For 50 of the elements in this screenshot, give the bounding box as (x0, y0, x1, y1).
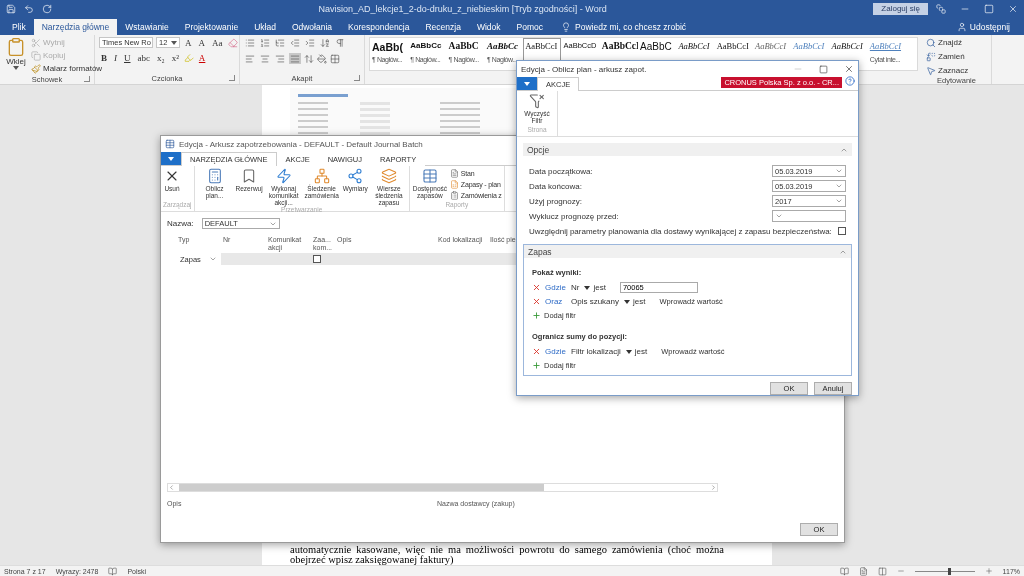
ribbon-tab[interactable]: Projektowanie (176, 19, 247, 35)
field-label: Uwzględnij parametry planowania dla dostawy wynikającej z zapasu bezpieczeństwa: (529, 226, 832, 236)
change-case-button[interactable]: Aa (210, 37, 225, 48)
format-button[interactable]: I (112, 52, 119, 63)
filter-field[interactable]: Filtr lokalizacji (571, 347, 621, 356)
sign-in-button[interactable]: Zaloguj się (873, 2, 928, 15)
window-title: Navision_AD_lekcje1_2-do-druku_z_niebieskim [Tryb zgodności] - Word (317, 3, 608, 14)
editing-button[interactable]: Znajdź (926, 37, 969, 48)
section-header[interactable]: Opcje (523, 143, 852, 156)
field-label: Użyj prognozy: (529, 196, 582, 206)
ribbon-tab[interactable]: Wstawianie (117, 19, 177, 35)
shrink-font-button[interactable]: A (196, 37, 207, 48)
field-label: Data początkowa: (529, 166, 593, 176)
operator-dropdown[interactable]: jest (584, 283, 606, 292)
field-label: Data końcowa: (529, 181, 582, 191)
document-paragraph: automatycznie kasowane, więc nie ma możliwości powrotu do samego zamówienia (choć można obejrzeć wpisz zaksięgowanej faktury) (290, 545, 724, 565)
format-button[interactable]: abc (135, 52, 152, 63)
ribbon-tab[interactable]: Korespondencja (340, 19, 418, 35)
section-title: Opcje (527, 144, 550, 155)
section-header[interactable]: Zapas (524, 245, 851, 258)
clipboard-button[interactable]: Malarz formatów (31, 63, 103, 74)
filter-field[interactable]: Nr (571, 283, 580, 292)
filter-connector[interactable]: Oraz (545, 297, 567, 306)
ribbon-tab[interactable]: Odwołania (283, 19, 341, 35)
format-button[interactable]: B (99, 52, 109, 63)
ribbon-tab[interactable]: Narzędzia główne (33, 19, 118, 35)
editing-button[interactable]: Zamień (926, 51, 969, 62)
section-title: Zapas (528, 246, 552, 257)
font-color-button[interactable]: A (196, 52, 208, 63)
format-button[interactable]: U (122, 52, 133, 63)
tell-me-field[interactable]: Powiedz mi, co chcesz zrobić (561, 19, 687, 35)
filter-field[interactable]: Opis szukany (571, 297, 620, 306)
paste-button[interactable]: Wklej (4, 37, 28, 70)
format-button[interactable]: x₂ (155, 52, 167, 63)
field-label: Wyklucz prognozę przed: (529, 211, 619, 221)
ribbon-tab[interactable]: Układ (246, 19, 284, 35)
share-button[interactable]: Udostępnij (950, 19, 1016, 35)
window-title: Edycja - Arkusz zapotrzebowania - DEFAULT - Default Journal Batch (179, 139, 424, 149)
grow-font-button[interactable]: A (183, 37, 194, 48)
ribbon-tab[interactable]: Recenzja (417, 19, 469, 35)
operator-dropdown[interactable]: jest (625, 347, 648, 356)
name-label: Nazwa: (167, 219, 194, 228)
filter-connector[interactable]: Gdzie (545, 283, 567, 292)
format-button[interactable]: x² (169, 52, 181, 63)
ribbon-tab[interactable]: Pomoc (508, 19, 551, 35)
ribbon-tab[interactable]: Plik (4, 19, 34, 35)
operator-dropdown[interactable]: jest (624, 297, 646, 306)
ribbon-tab[interactable]: Widok (468, 19, 509, 35)
editing-button[interactable]: Zaznacz (926, 65, 969, 76)
filter-connector[interactable]: Gdzie (545, 347, 567, 356)
